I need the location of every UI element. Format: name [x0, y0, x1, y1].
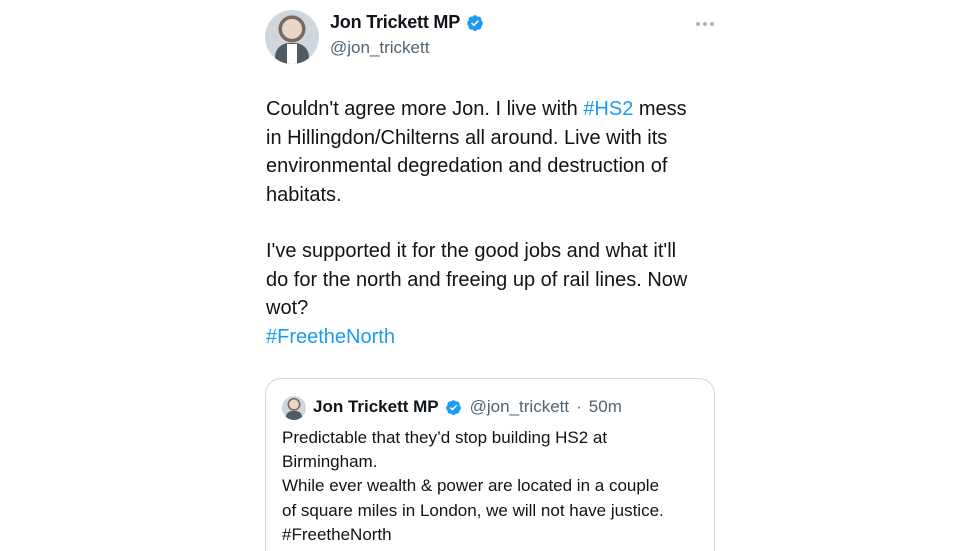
avatar-body-shape — [286, 411, 302, 420]
tweet-line-6: do for the north and freeing up of rail … — [266, 268, 688, 291]
quoted-tweet-body: Predictable that they’d stop building HS… — [282, 426, 712, 547]
avatar-shirt-shape — [287, 44, 297, 64]
more-dot — [703, 22, 707, 26]
hashtag-link-hs2[interactable]: #HS2 — [583, 98, 633, 120]
author-display-name[interactable]: Jon Trickett MP — [330, 12, 460, 33]
tweet-body: Couldn't agree more Jon. I live with #HS… — [266, 95, 726, 351]
quoted-author-name: Jon Trickett MP — [313, 397, 439, 416]
quoted-line-2: Birmingham. — [282, 452, 378, 472]
author-avatar[interactable] — [265, 10, 319, 64]
quoted-tweet[interactable]: Jon Trickett MP @jon_trickett · 50m Predic… — [265, 378, 715, 551]
tweet-line-7: wot? — [266, 297, 309, 319]
more-dot — [710, 22, 714, 26]
more-dot — [696, 22, 700, 26]
tweet-line-4: habitats. — [266, 183, 342, 206]
verified-badge-icon — [467, 14, 483, 31]
tweet-line-5: I've supported it for the good jobs and … — [266, 240, 677, 262]
author-handle[interactable]: @jon_trickett — [330, 38, 429, 58]
hashtag-link-freethenorth[interactable]: #FreetheNorth — [266, 323, 726, 352]
separator-dot: · — [576, 397, 582, 416]
quoted-tweet-header: Jon Trickett MP @jon_trickett · 50m — [313, 397, 622, 417]
quoted-line-3: While ever wealth & power are located in… — [282, 476, 660, 496]
tweet-line-3: environmental degredation and destructio… — [266, 155, 668, 177]
verified-badge-icon — [445, 399, 461, 415]
tweet-card: Jon Trickett MP @jon_trickett Couldn't a… — [0, 0, 980, 551]
quoted-timestamp: 50m — [588, 397, 622, 416]
tweet-line-1: Couldn't agree more Jon. I live with #HS… — [266, 95, 726, 124]
quoted-author-handle: @jon_trickett — [469, 397, 570, 416]
tweet-line-2: in Hillingdon/Chilterns all around. Live… — [266, 126, 668, 149]
quoted-line-1: Predictable that they’d stop building HS… — [282, 428, 608, 447]
quoted-author-avatar — [282, 396, 306, 420]
quoted-line-5: #FreetheNorth — [282, 524, 392, 544]
tweet-text: Couldn't agree more Jon. I live with — [266, 98, 584, 120]
tweet-text: mess — [633, 98, 687, 120]
more-options-icon[interactable] — [693, 16, 717, 32]
author-name-row: Jon Trickett MP — [330, 12, 484, 33]
quoted-line-4: of square miles in London, we will not h… — [282, 500, 664, 520]
